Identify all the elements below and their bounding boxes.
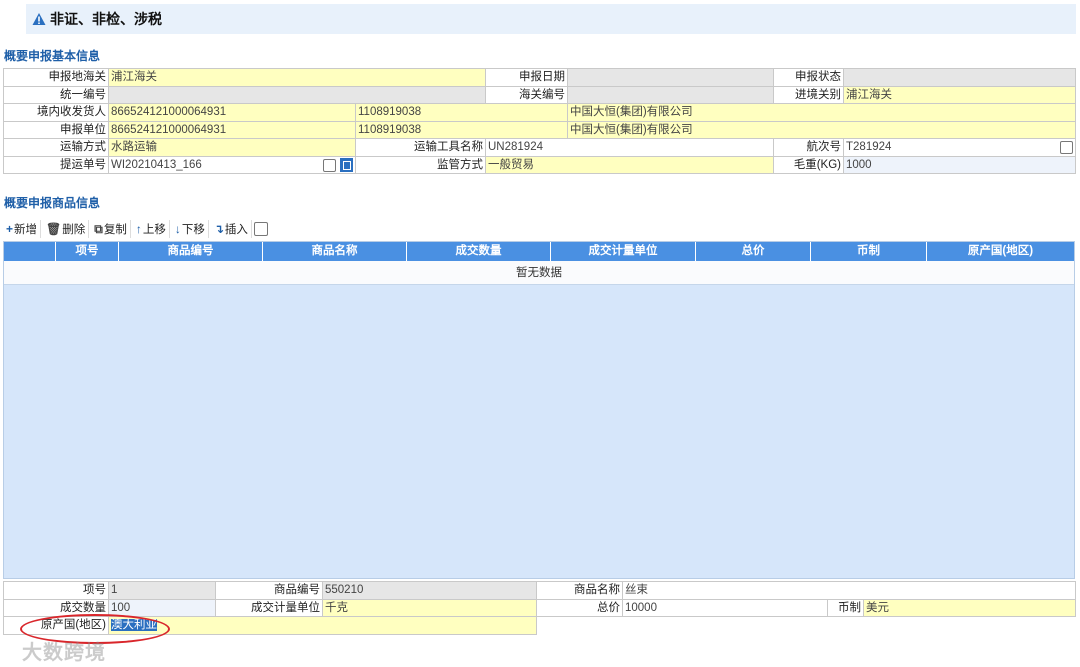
page-title: 非证、非检、涉税 [50, 11, 162, 27]
total-field[interactable]: 10000 [622, 598, 828, 617]
insert-icon: ↴ [213, 222, 224, 236]
hs-code-label: 商品编号 [215, 581, 323, 600]
column-header[interactable]: 成交数量 [407, 242, 551, 261]
declare-port-field[interactable]: 浦江海关 [108, 68, 486, 87]
voyage-label: 航次号 [773, 138, 844, 157]
move-down-button[interactable]: ↓ 下移 [172, 220, 209, 238]
watermark-logo: 大数跨境 [22, 642, 106, 664]
warning-icon [32, 13, 46, 25]
empty-cell [537, 617, 1076, 635]
goods-toolbar: + 新增 🗑 删除 ⧉ 复制 ↑ 上移 ↓ 下移 ↴ 插入 [3, 219, 268, 239]
total-label: 总价 [536, 598, 623, 617]
add-button[interactable]: + 新增 [3, 220, 42, 238]
applicant-label: 申报单位 [3, 120, 109, 139]
entry-port-field[interactable]: 浦江海关 [843, 85, 1076, 104]
unified-no-field[interactable] [108, 85, 486, 104]
column-header[interactable]: 币制 [811, 242, 927, 261]
currency-label: 币制 [827, 598, 864, 617]
declare-status-field[interactable] [843, 68, 1076, 87]
column-header[interactable]: 总价 [696, 242, 811, 261]
delete-button[interactable]: 🗑 删除 [43, 220, 90, 238]
gross-weight-label: 毛重(KG) [773, 155, 844, 174]
column-header[interactable]: 商品名称 [263, 242, 407, 261]
gross-weight-field[interactable]: 1000 [843, 155, 1076, 174]
consignee-code2-field[interactable]: 1108919038 [355, 103, 568, 122]
unified-no-label: 统一编号 [3, 85, 109, 104]
goods-name-field[interactable]: 丝束 [621, 581, 1077, 600]
basic-info-title: 概要申报基本信息 [4, 49, 101, 63]
plus-icon: + [6, 222, 14, 236]
declare-status-label: 申报状态 [773, 68, 844, 87]
insert-button[interactable]: ↴ 插入 [211, 220, 252, 238]
supervision-label: 监管方式 [355, 155, 486, 174]
applicant-code2-field[interactable]: 1108919038 [355, 120, 568, 139]
origin-field[interactable]: 澳大利亚 [108, 616, 537, 635]
declare-port-label: 申报地海关 [3, 68, 109, 87]
arrow-down-icon: ↓ [174, 222, 181, 236]
bill-no-field[interactable]: WI20210413_166 [108, 155, 356, 174]
currency-field[interactable]: 美元 [862, 598, 1077, 617]
item-no-label: 项号 [3, 581, 109, 600]
grid-header: 项号 商品编号 商品名称 成交数量 成交计量单位 总价 币制 原产国(地区) [4, 242, 1074, 261]
copy-icon: ⧉ [94, 221, 103, 236]
copy-button[interactable]: ⧉ 复制 [91, 220, 131, 238]
goods-grid: 项号 商品编号 商品名称 成交数量 成交计量单位 总价 币制 原产国(地区) 暂… [3, 241, 1075, 579]
bill-no-checkbox[interactable] [323, 158, 336, 172]
vehicle-name-field[interactable]: UN281924 [485, 138, 774, 157]
arrow-up-icon: ↑ [135, 222, 142, 236]
consignee-name-field[interactable]: 中国大恒(集团)有限公司 [567, 103, 1076, 122]
applicant-code-field[interactable]: 866524121000064931 [108, 120, 356, 139]
column-header[interactable]: 原产国(地区) [927, 242, 1074, 261]
column-header[interactable]: 商品编号 [119, 242, 263, 261]
qty-field[interactable]: 100 [108, 598, 216, 617]
transport-mode-label: 运输方式 [3, 138, 109, 157]
declare-date-label: 申报日期 [485, 68, 568, 87]
trash-icon: 🗑 [46, 222, 62, 236]
voyage-value: T281924 [846, 141, 892, 154]
hs-code-field[interactable]: 550210 [322, 581, 537, 600]
toolbar-checkbox[interactable] [253, 222, 268, 236]
grid-empty-message: 暂无数据 [4, 261, 1074, 285]
move-up-button[interactable]: ↑ 上移 [133, 220, 170, 238]
basic-info-form: 申报地海关 浦江海关 申报日期 申报状态 统一编号 海关编号 进境关别 浦江海关… [3, 68, 1076, 174]
bill-no-value: WI20210413_166 [111, 158, 202, 171]
page-header: 非证、非检、涉税 [26, 4, 1076, 34]
unit-field[interactable]: 千克 [322, 598, 537, 617]
applicant-name-field[interactable]: 中国大恒(集团)有限公司 [567, 120, 1076, 139]
entry-port-label: 进境关别 [773, 85, 844, 104]
consignee-code-field[interactable]: 866524121000064931 [108, 103, 356, 122]
goods-info-title: 概要申报商品信息 [4, 196, 101, 210]
vehicle-name-label: 运输工具名称 [355, 138, 486, 157]
item-no-field[interactable]: 1 [108, 581, 216, 600]
supervision-field[interactable]: 一般贸易 [485, 155, 774, 174]
goods-name-label: 商品名称 [536, 581, 623, 600]
grid-corner [4, 242, 56, 261]
transport-mode-field[interactable]: 水路运输 [108, 138, 356, 157]
column-header[interactable]: 成交计量单位 [551, 242, 696, 261]
bill-no-label: 提运单号 [3, 155, 109, 174]
voyage-field[interactable]: T281924 [843, 138, 1076, 157]
unit-label: 成交计量单位 [215, 598, 323, 617]
document-icon[interactable] [340, 158, 353, 173]
customs-no-field[interactable] [567, 85, 774, 104]
declare-date-field[interactable] [567, 68, 774, 87]
voyage-checkbox[interactable] [1060, 141, 1073, 154]
customs-no-label: 海关编号 [485, 85, 568, 104]
consignee-label: 境内收发货人 [3, 103, 109, 122]
column-header[interactable]: 项号 [56, 242, 119, 261]
